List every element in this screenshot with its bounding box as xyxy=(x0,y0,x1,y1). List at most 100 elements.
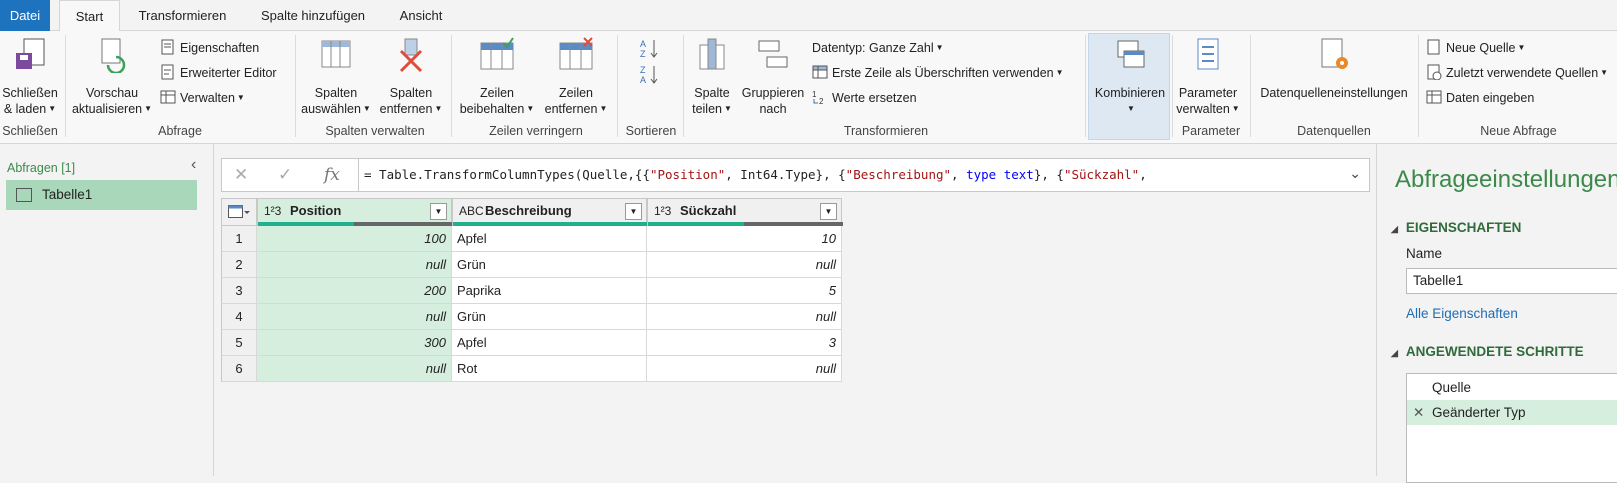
split-column-icon xyxy=(699,38,725,70)
ribbon: Schließen & laden ▼ Schließen Vorschau ak… xyxy=(0,31,1617,144)
all-properties-link[interactable]: Alle Eigenschaften xyxy=(1406,306,1518,321)
fx-icon[interactable]: fx xyxy=(324,165,340,185)
refresh-label-1: Vorschau xyxy=(85,86,139,100)
first-row-headers-button[interactable]: Erste Zeile als Überschriften verwenden ▼ xyxy=(812,63,1064,83)
text-type-icon[interactable]: ABC xyxy=(459,199,484,223)
formula-input[interactable]: = Table.TransformColumnTypes(Quelle,{{"P… xyxy=(364,167,1147,182)
datasource-settings-label: Datenquelleneinstellungen xyxy=(1260,86,1408,100)
cell-beschreibung[interactable]: Grün xyxy=(452,252,647,278)
confirm-icon[interactable]: ✓ xyxy=(278,165,292,185)
combine-button[interactable]: Kombinieren ▼ xyxy=(1090,37,1170,117)
cell-sueckzahl[interactable]: null xyxy=(647,252,842,278)
cell-beschreibung[interactable]: Rot xyxy=(452,356,647,382)
combine-label: Kombinieren xyxy=(1094,86,1166,100)
column-header-position[interactable]: 1²3 Position ▼ xyxy=(257,198,453,226)
manage-parameters-button[interactable]: Parameter verwalten ▼ xyxy=(1174,37,1242,117)
filter-dropdown-icon[interactable]: ▼ xyxy=(430,203,447,220)
close-load-icon xyxy=(16,38,45,69)
recent-sources-icon xyxy=(1427,64,1442,80)
applied-steps-section-header[interactable]: ◢ ANGEWENDETE SCHRITTE xyxy=(1391,344,1584,359)
cell-sueckzahl[interactable]: 10 xyxy=(647,226,842,252)
cell-sueckzahl[interactable]: 3 xyxy=(647,330,842,356)
properties-button[interactable]: Eigenschaften xyxy=(160,38,259,58)
cell-sueckzahl[interactable]: null xyxy=(647,304,842,330)
cell-sueckzahl[interactable]: null xyxy=(647,356,842,382)
tab-ansicht[interactable]: Ansicht xyxy=(390,0,452,31)
new-source-button[interactable]: Neue Quelle ▼ xyxy=(1426,38,1525,58)
number-type-icon[interactable]: 1²3 xyxy=(654,199,671,223)
choose-columns-label-1: Spalten xyxy=(314,86,358,100)
tab-start[interactable]: Start xyxy=(59,0,120,32)
row-number[interactable]: 1 xyxy=(221,226,257,252)
applied-steps-list: Quelle ✕ Geänderter Typ xyxy=(1406,373,1617,483)
query-item[interactable]: Tabelle1 xyxy=(6,180,197,210)
cell-beschreibung[interactable]: Apfel xyxy=(452,330,647,356)
cell-position[interactable]: null xyxy=(257,356,452,382)
row-number[interactable]: 5 xyxy=(221,330,257,356)
cell-position[interactable]: null xyxy=(257,304,452,330)
expand-formula-icon[interactable]: ⌄ xyxy=(1349,165,1361,182)
cell-position[interactable]: null xyxy=(257,252,452,278)
table-menu-button[interactable] xyxy=(221,198,257,226)
sort-descending-button[interactable]: ZA xyxy=(638,63,664,85)
tab-spalte-hinzufuegen[interactable]: Spalte hinzufügen xyxy=(250,0,376,31)
delete-step-icon[interactable]: ✕ xyxy=(1413,400,1424,425)
replace-values-icon: 12 xyxy=(812,90,824,105)
manage-button[interactable]: Verwalten ▼ xyxy=(160,88,245,108)
group-by-button[interactable]: Gruppieren nach xyxy=(738,37,808,117)
close-load-button[interactable]: Schließen & laden ▼ xyxy=(0,37,60,117)
cell-position[interactable]: 100 xyxy=(257,226,452,252)
row-number[interactable]: 6 xyxy=(221,356,257,382)
step-item-selected[interactable]: ✕ Geänderter Typ xyxy=(1407,400,1617,425)
first-row-headers-icon xyxy=(812,65,828,79)
tab-transformieren[interactable]: Transformieren xyxy=(126,0,239,31)
column-header-beschreibung[interactable]: ABC Beschreibung ▼ xyxy=(452,198,648,226)
remove-columns-label-2: entfernen xyxy=(379,102,433,116)
column-header-sueckzahl[interactable]: 1²3 Sückzahl ▼ xyxy=(647,198,843,226)
svg-text:Z: Z xyxy=(640,65,646,75)
group-label-close: Schließen xyxy=(2,124,58,138)
remove-rows-button[interactable]: Zeilen entfernen ▼ xyxy=(540,37,612,117)
properties-section-header[interactable]: ◢ EIGENSCHAFTEN xyxy=(1391,220,1521,235)
row-number[interactable]: 3 xyxy=(221,278,257,304)
formula-actions: ✕ ✓ fx xyxy=(222,159,359,191)
cell-sueckzahl[interactable]: 5 xyxy=(647,278,842,304)
column-name-sueckzahl: Sückzahl xyxy=(680,203,737,218)
advanced-editor-button[interactable]: Erweiterter Editor xyxy=(160,63,277,83)
cell-position[interactable]: 200 xyxy=(257,278,452,304)
split-column-button[interactable]: Spalte teilen ▼ xyxy=(688,37,736,117)
query-name-input[interactable]: Tabelle1 xyxy=(1406,268,1617,294)
datasource-settings-button[interactable]: Datenquelleneinstellungen xyxy=(1255,37,1413,101)
cell-beschreibung[interactable]: Paprika xyxy=(452,278,647,304)
enter-data-button[interactable]: Daten eingeben xyxy=(1426,88,1534,108)
row-number[interactable]: 2 xyxy=(221,252,257,278)
replace-values-button[interactable]: 1 2 Werte ersetzen xyxy=(812,88,917,108)
parameters-icon xyxy=(1197,38,1219,70)
query-item-label: Tabelle1 xyxy=(42,187,93,202)
number-type-icon[interactable]: 1²3 xyxy=(264,199,281,223)
refresh-preview-button[interactable]: Vorschau aktualisieren ▼ xyxy=(70,37,154,117)
cell-position[interactable]: 300 xyxy=(257,330,452,356)
cell-beschreibung[interactable]: Grün xyxy=(452,304,647,330)
group-label-new-query: Neue Abfrage xyxy=(1480,124,1557,138)
filter-dropdown-icon[interactable]: ▼ xyxy=(820,203,837,220)
step-item[interactable]: Quelle xyxy=(1407,375,1617,400)
remove-columns-label-1: Spalten xyxy=(389,86,433,100)
row-number[interactable]: 4 xyxy=(221,304,257,330)
cell-beschreibung[interactable]: Apfel xyxy=(452,226,647,252)
properties-icon xyxy=(161,39,174,55)
column-name-beschreibung: Beschreibung xyxy=(485,203,572,218)
sort-ascending-button[interactable]: AZ xyxy=(638,37,664,59)
query-settings-pane: Abfrageeinstellungen ◢ EIGENSCHAFTEN Name… xyxy=(1376,144,1617,483)
svg-text:1: 1 xyxy=(812,90,817,99)
choose-columns-button[interactable]: Spalten auswählen ▼ xyxy=(300,37,372,117)
keep-rows-button[interactable]: Zeilen beibehalten ▼ xyxy=(456,37,538,117)
recent-sources-button[interactable]: Zuletzt verwendete Quellen ▼ xyxy=(1426,63,1608,83)
remove-columns-button[interactable]: Spalten entfernen ▼ xyxy=(376,37,446,117)
cancel-icon[interactable]: ✕ xyxy=(234,165,248,185)
collapse-icon[interactable]: ‹ xyxy=(191,156,196,174)
datatype-dropdown[interactable]: Datentyp: Ganze Zahl ▼ xyxy=(812,38,944,58)
tab-datei[interactable]: Datei xyxy=(0,0,50,31)
remove-columns-icon xyxy=(399,38,423,73)
filter-dropdown-icon[interactable]: ▼ xyxy=(625,203,642,220)
